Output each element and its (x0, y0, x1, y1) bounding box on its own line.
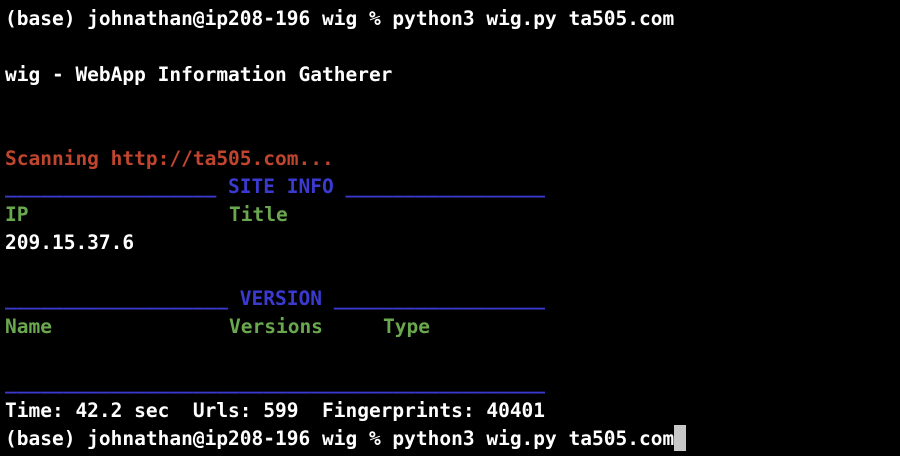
prompt-text: (base) johnathan@ip208-196 wig % python3… (5, 427, 675, 450)
terminal-output[interactable]: (base) johnathan@ip208-196 wig % python3… (5, 5, 900, 453)
command-line: (base) johnathan@ip208-196 wig % python3… (5, 7, 675, 30)
column-ip: IP (5, 203, 29, 226)
footer-rule: ________________________________________… (5, 371, 546, 394)
text-cursor (674, 424, 687, 451)
site-info-ip-value: 209.15.37.6 (5, 231, 135, 254)
column-title: Title (229, 203, 288, 226)
version-columns: Name Versions Type (5, 313, 900, 341)
column-type: Type (383, 315, 430, 338)
version-header: ___________________ VERSION ____________… (5, 287, 546, 310)
column-versions: Versions (229, 315, 323, 338)
scanning-status: Scanning http://ta505.com... (5, 147, 334, 170)
current-prompt[interactable]: (base) johnathan@ip208-196 wig % python3… (5, 424, 900, 453)
banner-text: wig - WebApp Information Gatherer (5, 63, 393, 86)
site-info-header: __________________ SITE INFO ___________… (5, 175, 546, 198)
column-name: Name (5, 315, 52, 338)
site-info-columns: IP Title (5, 201, 900, 229)
scan-stats: Time: 42.2 sec Urls: 599 Fingerprints: 4… (5, 399, 546, 422)
